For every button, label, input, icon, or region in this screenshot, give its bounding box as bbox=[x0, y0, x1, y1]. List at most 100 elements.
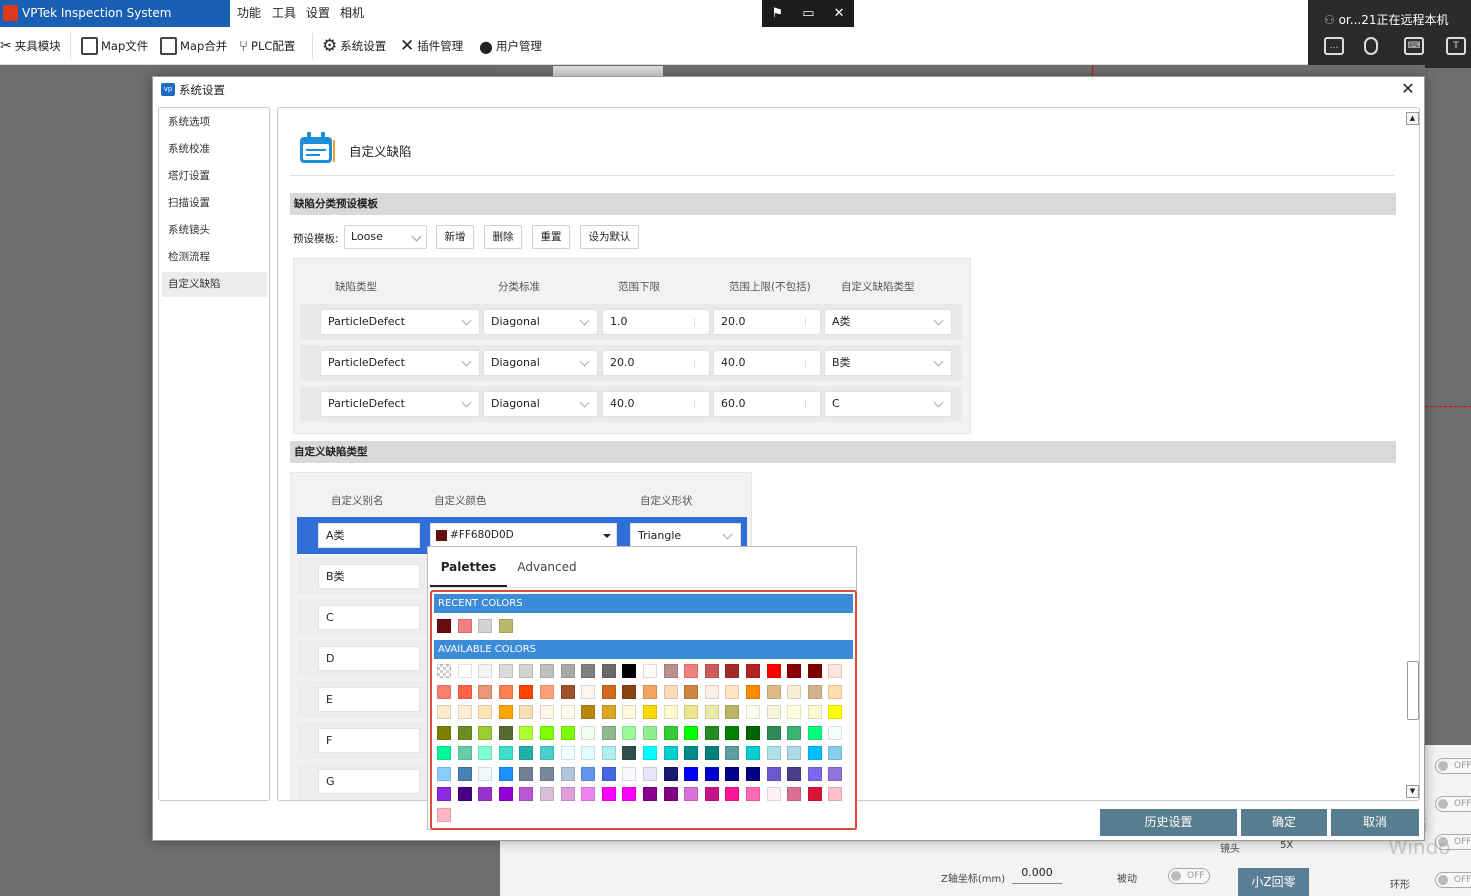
color-swatch[interactable] bbox=[663, 725, 678, 740]
color-swatch[interactable] bbox=[704, 684, 719, 699]
color-swatch[interactable] bbox=[663, 705, 678, 719]
color-swatch[interactable] bbox=[540, 746, 554, 760]
recent-color-swatch[interactable] bbox=[457, 619, 472, 633]
color-swatch[interactable] bbox=[766, 766, 781, 781]
color-swatch[interactable] bbox=[622, 684, 637, 699]
nav-tower-light[interactable]: 塔灯设置 bbox=[162, 164, 267, 189]
lens-value[interactable]: 5X bbox=[1280, 840, 1293, 851]
menu-tools[interactable]: 工具 bbox=[272, 0, 296, 27]
color-swatch[interactable] bbox=[457, 705, 472, 719]
color-swatch[interactable] bbox=[437, 787, 451, 801]
color-swatch[interactable] bbox=[766, 705, 781, 719]
color-swatch[interactable] bbox=[725, 766, 740, 781]
color-swatch[interactable] bbox=[684, 684, 699, 699]
color-swatch[interactable] bbox=[725, 746, 740, 760]
color-swatch[interactable] bbox=[746, 787, 760, 801]
color-swatch[interactable] bbox=[746, 766, 760, 781]
alias-input[interactable]: F bbox=[318, 728, 420, 753]
color-swatch[interactable] bbox=[437, 746, 451, 760]
color-swatch[interactable] bbox=[828, 684, 843, 699]
range-max-input[interactable]: 40.0 bbox=[713, 350, 821, 376]
color-swatch[interactable] bbox=[601, 684, 616, 699]
color-swatch[interactable] bbox=[519, 766, 534, 781]
color-swatch[interactable] bbox=[828, 705, 843, 719]
color-swatch[interactable] bbox=[437, 725, 451, 740]
color-swatch[interactable] bbox=[807, 787, 822, 801]
color-swatch[interactable] bbox=[560, 725, 575, 740]
color-swatch[interactable] bbox=[725, 787, 740, 801]
color-swatch[interactable] bbox=[746, 746, 760, 760]
color-swatch[interactable] bbox=[807, 705, 822, 719]
nav-scan-settings[interactable]: 扫描设置 bbox=[162, 191, 267, 216]
color-swatch[interactable] bbox=[437, 664, 451, 678]
color-swatch[interactable] bbox=[663, 664, 678, 678]
color-swatch[interactable] bbox=[601, 705, 616, 719]
color-swatch[interactable] bbox=[581, 725, 596, 740]
color-swatch[interactable] bbox=[519, 725, 534, 740]
color-swatch[interactable] bbox=[560, 746, 575, 760]
color-swatch[interactable] bbox=[601, 787, 616, 801]
color-swatch[interactable] bbox=[704, 746, 719, 760]
color-swatch[interactable] bbox=[663, 766, 678, 781]
color-swatch[interactable] bbox=[478, 684, 493, 699]
spinner-icon[interactable] bbox=[805, 318, 812, 326]
color-swatch[interactable] bbox=[766, 684, 781, 699]
color-swatch[interactable] bbox=[828, 766, 843, 781]
spinner-icon[interactable] bbox=[805, 400, 812, 408]
color-swatch[interactable] bbox=[437, 684, 451, 699]
keyboard-icon[interactable]: ⌨ bbox=[1404, 37, 1424, 55]
color-swatch[interactable] bbox=[478, 725, 493, 740]
color-swatch[interactable] bbox=[581, 766, 596, 781]
defect-type-select[interactable]: ParticleDefect bbox=[320, 309, 480, 335]
color-swatch[interactable] bbox=[643, 766, 657, 781]
add-template-button[interactable]: 新增 bbox=[436, 225, 474, 249]
scroll-up-icon[interactable]: ▲ bbox=[1406, 112, 1419, 125]
microphone-icon[interactable] bbox=[1364, 37, 1378, 55]
color-swatch[interactable] bbox=[601, 746, 616, 760]
color-swatch[interactable] bbox=[498, 725, 513, 740]
color-swatch[interactable] bbox=[684, 725, 699, 740]
nav-system-lens[interactable]: 系统镜头 bbox=[162, 218, 267, 243]
menu-camera[interactable]: 相机 bbox=[340, 0, 364, 27]
spinner-icon[interactable] bbox=[694, 400, 701, 408]
range-min-input[interactable]: 1.0 bbox=[602, 309, 710, 335]
color-swatch[interactable] bbox=[601, 664, 616, 678]
color-swatch[interactable] bbox=[437, 705, 451, 719]
color-swatch[interactable] bbox=[684, 664, 699, 678]
spinner-icon[interactable] bbox=[694, 318, 701, 326]
color-swatch[interactable] bbox=[457, 787, 472, 801]
color-swatch[interactable] bbox=[828, 664, 843, 678]
color-swatch[interactable] bbox=[807, 684, 822, 699]
color-swatch[interactable] bbox=[437, 807, 451, 822]
color-swatch[interactable] bbox=[457, 684, 472, 699]
color-swatch[interactable] bbox=[478, 766, 493, 781]
recent-color-swatch[interactable] bbox=[478, 619, 493, 633]
close-remote-icon[interactable]: ✕ bbox=[834, 6, 845, 21]
tab-palettes[interactable]: Palettes bbox=[430, 547, 507, 587]
color-swatch[interactable] bbox=[478, 787, 493, 801]
color-swatch[interactable] bbox=[746, 664, 760, 678]
color-swatch[interactable] bbox=[457, 746, 472, 760]
color-swatch[interactable] bbox=[643, 684, 657, 699]
color-swatch[interactable] bbox=[498, 787, 513, 801]
color-swatch[interactable] bbox=[663, 746, 678, 760]
color-swatch[interactable] bbox=[684, 705, 699, 719]
map-merge-button[interactable]: Map合并 bbox=[160, 33, 227, 59]
color-swatch[interactable] bbox=[622, 787, 637, 801]
color-swatch[interactable] bbox=[622, 725, 637, 740]
color-swatch[interactable] bbox=[457, 766, 472, 781]
plc-config-button[interactable]: ⑂ PLC配置 bbox=[239, 33, 295, 59]
color-swatch[interactable] bbox=[581, 705, 596, 719]
z-zero-button[interactable]: 小Z回零 bbox=[1238, 868, 1309, 896]
color-swatch[interactable] bbox=[746, 725, 760, 740]
color-swatch[interactable] bbox=[663, 787, 678, 801]
color-swatch[interactable] bbox=[622, 746, 637, 760]
color-swatch[interactable] bbox=[643, 746, 657, 760]
color-swatch[interactable] bbox=[766, 664, 781, 678]
color-swatch[interactable] bbox=[457, 725, 472, 740]
color-swatch[interactable] bbox=[643, 705, 657, 719]
color-swatch[interactable] bbox=[581, 684, 596, 699]
color-swatch[interactable] bbox=[560, 705, 575, 719]
off-toggle[interactable]: OFF bbox=[1435, 872, 1471, 888]
color-swatch[interactable] bbox=[766, 787, 781, 801]
